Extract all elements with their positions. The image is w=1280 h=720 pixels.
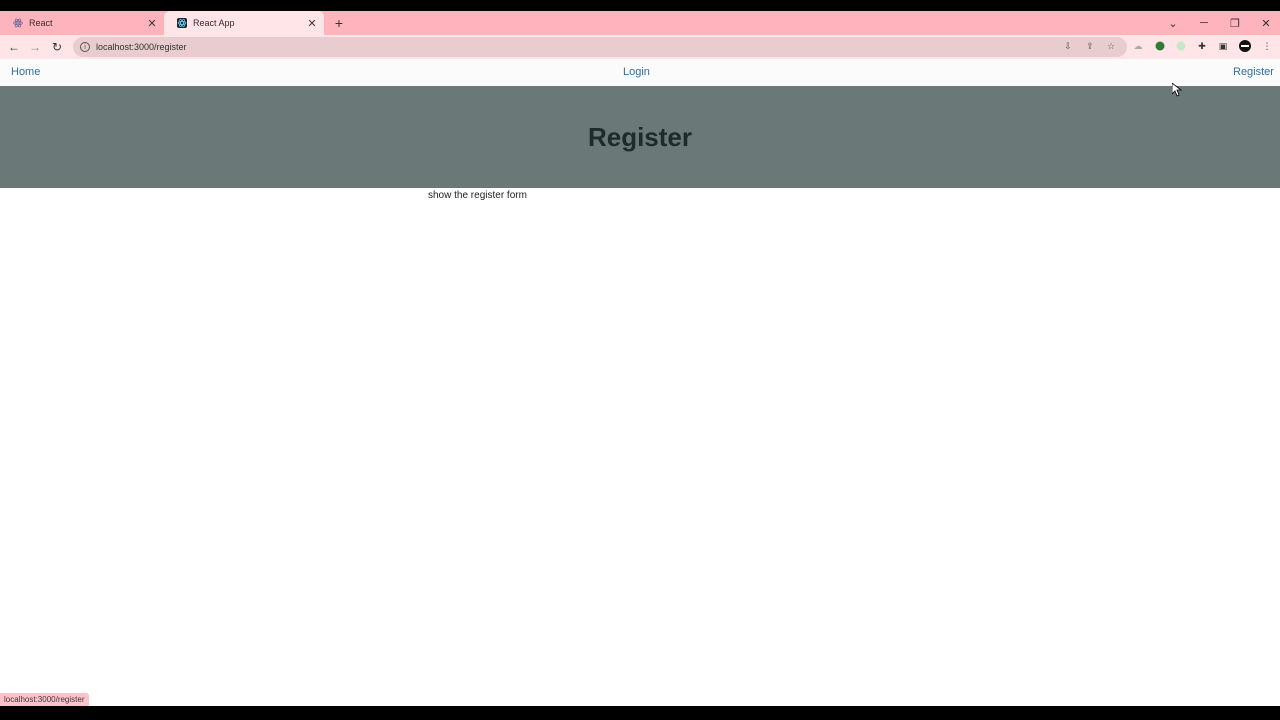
react-icon <box>177 18 187 28</box>
page-title: Register <box>587 121 693 152</box>
nav-link-register[interactable]: Register <box>1233 66 1274 78</box>
nav-link-login[interactable]: Login <box>623 66 650 78</box>
back-icon[interactable]: ← <box>6 39 22 55</box>
extension-green-icon[interactable] <box>1154 40 1166 52</box>
tab-title: React <box>29 18 53 28</box>
share-icon[interactable]: ⇪ <box>1084 40 1096 52</box>
page-content: Home Login Register Register show the re… <box>0 59 1280 706</box>
screen-top-border <box>0 0 1280 11</box>
tab-title: React App <box>193 18 235 28</box>
install-app-icon[interactable]: ⇩ <box>1062 40 1074 52</box>
menu-kebab-icon[interactable]: ⋮ <box>1261 40 1273 52</box>
new-tab-icon[interactable]: + <box>331 15 347 31</box>
close-icon[interactable]: ✕ <box>144 15 160 31</box>
side-panel-icon[interactable]: ▣ <box>1217 40 1229 52</box>
forward-icon[interactable]: → <box>27 39 43 55</box>
extension-cloud-icon[interactable]: ☁ <box>1132 40 1144 52</box>
bookmark-star-icon[interactable]: ☆ <box>1105 40 1117 52</box>
status-bar-url: localhost:3000/register <box>0 693 89 706</box>
site-info-icon[interactable]: i <box>80 42 90 52</box>
tab-search-icon[interactable]: ⌄ <box>1164 15 1182 31</box>
nav-link-home[interactable]: Home <box>11 66 40 78</box>
address-bar[interactable]: i localhost:3000/register <box>73 37 1127 57</box>
tab-react-app[interactable]: React App ✕ <box>164 11 324 35</box>
browser-toolbar: ← → ↻ i localhost:3000/register ⇩ ⇪ ☆ ☁ … <box>0 35 1280 59</box>
reload-icon[interactable]: ↻ <box>49 39 65 55</box>
close-icon[interactable]: ✕ <box>304 15 320 31</box>
screen-bottom-border <box>0 706 1280 720</box>
hero-banner: Register <box>0 86 1280 188</box>
window-close-icon[interactable]: ✕ <box>1257 15 1275 31</box>
register-placeholder-text: show the register form <box>428 190 527 201</box>
tab-strip: React ✕ React App ✕ + ⌄ ─ ❐ ✕ <box>0 11 1280 35</box>
react-icon <box>13 18 23 28</box>
top-nav: Home Login Register <box>0 59 1280 86</box>
avatar[interactable] <box>1239 40 1251 52</box>
restore-icon[interactable]: ❐ <box>1226 15 1244 31</box>
puzzle-icon[interactable]: ✚ <box>1196 40 1208 52</box>
minimize-icon[interactable]: ─ <box>1195 15 1213 31</box>
extension-light-icon[interactable] <box>1175 40 1187 52</box>
url-text: localhost:3000/register <box>96 42 187 52</box>
tab-react[interactable]: React ✕ <box>0 11 164 35</box>
